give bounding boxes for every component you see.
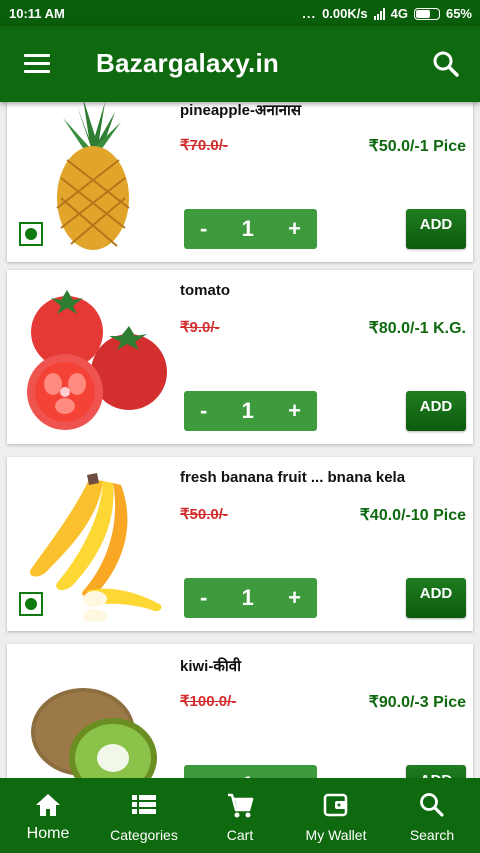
home-icon — [36, 794, 60, 816]
bottom-navigation: Home Categories Cart My Wallet Search — [0, 778, 480, 853]
signal-icon — [373, 7, 385, 20]
battery-percent: 65% — [445, 6, 472, 21]
network-type: 4G — [390, 6, 408, 21]
status-indicators: ... 0.00K/s 4G 65% — [302, 6, 472, 21]
old-price: ₹50.0/- — [180, 506, 228, 523]
quantity-stepper[interactable]: - 1 + — [184, 209, 317, 249]
quantity-stepper[interactable]: - 1 + — [184, 391, 317, 431]
tomato-image[interactable] — [17, 280, 167, 434]
nav-categories[interactable]: Categories — [96, 778, 192, 853]
status-time: 10:11 AM — [9, 6, 65, 21]
app-title: Bazargalaxy.in — [96, 48, 279, 78]
nav-wallet-label: My Wallet — [305, 827, 367, 843]
product-card[interactable]: kiwi-कीवी ₹100.0/- ₹90.0/-3 Pice - 1 + A… — [7, 644, 473, 778]
new-price: ₹40.0/-10 Pice — [359, 507, 466, 524]
product-name[interactable]: tomato — [180, 282, 230, 299]
decrement-button[interactable]: - — [200, 585, 207, 611]
nav-cart-label: Cart — [226, 827, 254, 843]
network-speed: 0.00K/s — [322, 6, 368, 21]
add-button[interactable]: ADD — [406, 209, 466, 249]
increment-button[interactable]: + — [288, 585, 301, 611]
old-price: ₹70.0/- — [180, 137, 228, 154]
search-icon — [420, 793, 444, 817]
nav-search[interactable]: Search — [384, 778, 480, 853]
new-price: ₹80.0/-1 K.G. — [368, 320, 466, 337]
old-price: ₹100.0/- — [180, 693, 237, 710]
add-button[interactable]: ADD — [406, 391, 466, 431]
quantity-value: 1 — [241, 398, 254, 423]
nav-categories-label: Categories — [110, 827, 178, 843]
menu-icon[interactable] — [24, 54, 50, 74]
veg-badge — [19, 222, 43, 246]
quantity-value: 1 — [241, 585, 254, 610]
notification-dots: ... — [302, 6, 317, 21]
battery-icon — [413, 7, 440, 20]
app-bar: Bazargalaxy.in — [0, 26, 480, 102]
increment-button[interactable]: + — [288, 216, 301, 242]
veg-badge — [19, 592, 43, 616]
quantity-value: 1 — [241, 216, 254, 241]
new-price: ₹50.0/-1 Pice — [368, 138, 466, 155]
nav-home-label: Home — [26, 825, 70, 842]
increment-button[interactable]: + — [288, 398, 301, 424]
decrement-button[interactable]: - — [200, 398, 207, 424]
product-name[interactable]: fresh banana fruit ... bnana kela — [180, 469, 405, 486]
product-name[interactable]: kiwi-कीवी — [180, 656, 241, 676]
add-button[interactable]: ADD — [406, 765, 466, 778]
nav-cart[interactable]: Cart — [192, 778, 288, 853]
product-card[interactable]: fresh banana fruit ... bnana kela ₹50.0/… — [7, 457, 473, 631]
add-button[interactable]: ADD — [406, 578, 466, 618]
quantity-stepper[interactable]: - 1 + — [184, 765, 317, 778]
nav-search-label: Search — [409, 827, 455, 843]
kiwi-image[interactable] — [17, 654, 167, 778]
wallet-icon — [323, 793, 348, 817]
decrement-button[interactable]: - — [200, 216, 207, 242]
product-list[interactable]: pineapple-अनानास ₹70.0/- ₹50.0/-1 Pice -… — [0, 102, 480, 778]
product-card[interactable]: tomato ₹9.0/- ₹80.0/-1 K.G. - 1 + ADD — [7, 270, 473, 444]
categories-icon — [132, 795, 156, 814]
old-price: ₹9.0/- — [180, 319, 220, 336]
nav-wallet[interactable]: My Wallet — [288, 778, 384, 853]
cart-icon — [228, 793, 254, 818]
product-name[interactable]: pineapple-अनानास — [180, 102, 301, 120]
search-icon[interactable] — [432, 50, 460, 78]
new-price: ₹90.0/-3 Pice — [368, 694, 466, 711]
nav-home[interactable]: Home — [0, 778, 96, 853]
status-bar: 10:11 AM ... 0.00K/s 4G 65% — [0, 0, 480, 26]
quantity-stepper[interactable]: - 1 + — [184, 578, 317, 618]
product-card[interactable]: pineapple-अनानास ₹70.0/- ₹50.0/-1 Pice -… — [7, 102, 473, 262]
